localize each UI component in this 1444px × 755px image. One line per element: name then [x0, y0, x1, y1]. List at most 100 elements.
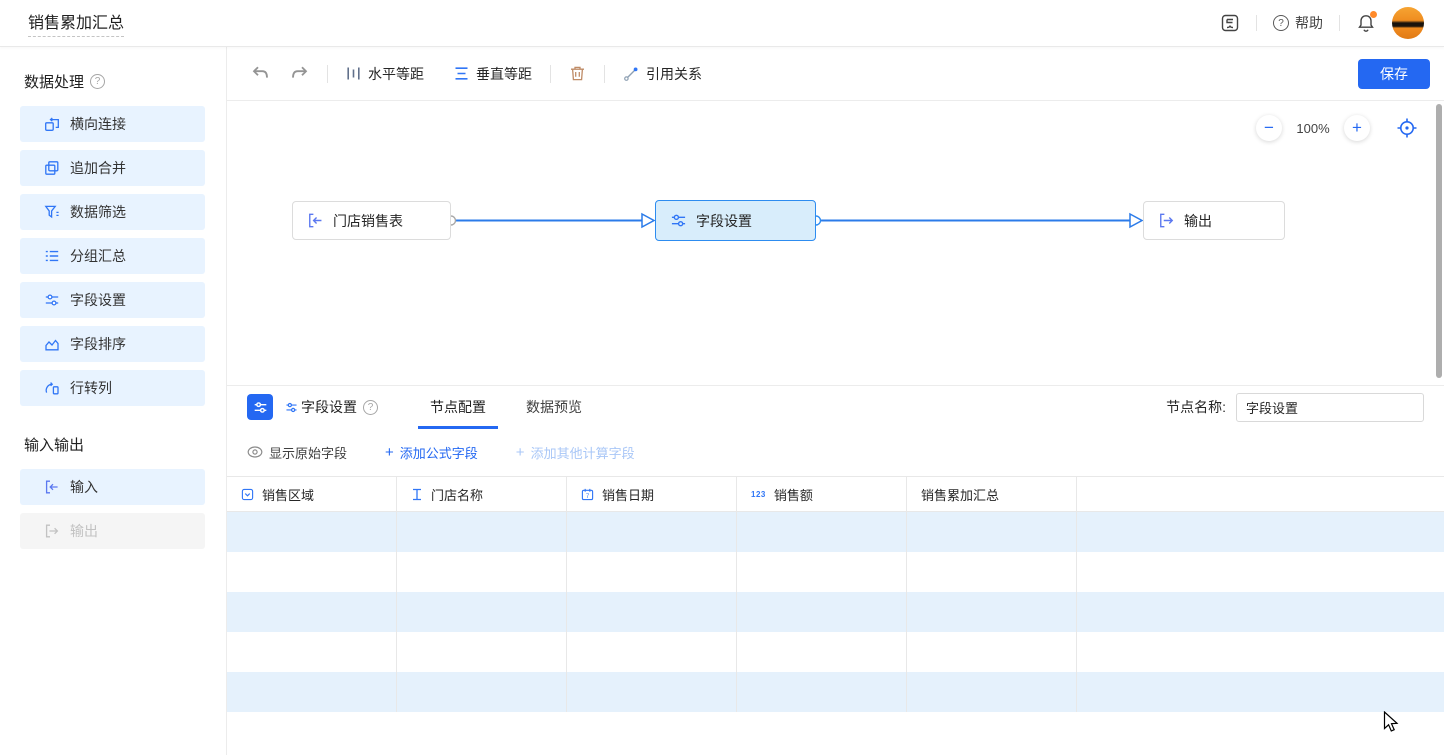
page-title[interactable]: 销售累加汇总 — [28, 9, 124, 37]
column-label: 销售累加汇总 — [921, 485, 999, 504]
undo-button[interactable] — [245, 61, 276, 86]
save-button[interactable]: 保存 — [1358, 59, 1430, 89]
node-output[interactable]: 输出 — [1143, 201, 1285, 240]
sidebar-item-label: 字段设置 — [70, 290, 126, 310]
node-name-input[interactable] — [1236, 393, 1424, 422]
sidebar-item-label: 横向连接 — [70, 114, 126, 134]
sidebar-item-label: 行转列 — [70, 378, 112, 398]
field-settings-node-icon — [247, 394, 273, 420]
table-row — [227, 512, 1444, 552]
column-label: 销售日期 — [602, 485, 654, 504]
node-store-sales-table[interactable]: 门店销售表 — [292, 201, 451, 240]
show-original-fields-button[interactable]: 显示原始字段 — [247, 443, 347, 462]
table-row — [227, 592, 1444, 632]
vertical-distribute-label: 垂直等距 — [476, 64, 532, 84]
node-field-settings[interactable]: 字段设置 — [655, 200, 816, 241]
zoom-out-button[interactable]: − — [1256, 115, 1282, 141]
table-cell — [567, 632, 737, 672]
sidebar-item-field-settings[interactable]: 字段设置 — [20, 282, 205, 318]
column-header-sales-region[interactable]: 销售区域 — [227, 477, 397, 511]
table-row — [227, 632, 1444, 672]
panel-title: 字段设置 — [285, 397, 357, 417]
panel-help-icon[interactable]: ? — [363, 400, 378, 415]
add-formula-field-label: 添加公式字段 — [400, 443, 478, 462]
table-row — [227, 672, 1444, 712]
node-label: 输出 — [1184, 211, 1212, 231]
redo-icon — [290, 65, 309, 82]
field-sort-icon — [44, 336, 60, 352]
add-formula-field-button[interactable]: + 添加公式字段 — [385, 443, 478, 462]
table-cell — [567, 512, 737, 552]
sidebar-item-label: 追加合并 — [70, 158, 126, 178]
table-cell — [397, 592, 567, 632]
main-area: 水平等距 垂直等距 — [227, 47, 1444, 755]
table-row — [227, 552, 1444, 592]
sidebar-item-label: 数据筛选 — [70, 202, 126, 222]
table-cell — [907, 672, 1077, 712]
column-header-store-name[interactable]: 门店名称 — [397, 477, 567, 511]
guide-icon[interactable] — [1220, 13, 1240, 33]
filter-icon — [44, 204, 60, 220]
redo-button[interactable] — [284, 61, 315, 86]
sidebar-item-label: 字段排序 — [70, 334, 126, 354]
notifications-button[interactable] — [1356, 13, 1376, 33]
sidebar-item-row-to-column[interactable]: 行转列 — [20, 370, 205, 406]
zoom-in-button[interactable]: + — [1344, 115, 1370, 141]
row-to-column-icon — [44, 380, 60, 396]
table-cell — [737, 632, 907, 672]
date-field-icon: 7 — [581, 488, 594, 501]
input-icon — [307, 212, 324, 229]
plus-icon: + — [385, 445, 394, 460]
plus-icon: + — [516, 445, 525, 460]
table-cell — [1077, 592, 1444, 632]
table-rows — [227, 512, 1444, 712]
sidebar-item-data-filter[interactable]: 数据筛选 — [20, 194, 205, 230]
undo-icon — [251, 65, 270, 82]
tab-node-config[interactable]: 节点配置 — [430, 386, 486, 429]
node-label: 门店销售表 — [333, 211, 403, 231]
flow-canvas[interactable]: 门店销售表 字段设置 输出 − 100% + — [227, 101, 1444, 385]
horizontal-distribute-button[interactable]: 水平等距 — [340, 60, 430, 88]
fields-table: 销售区域 门店名称 7 销售日期 123 — [227, 476, 1444, 712]
tab-data-preview[interactable]: 数据预览 — [526, 386, 582, 429]
notification-dot — [1370, 11, 1377, 18]
crosshair-icon — [1396, 117, 1418, 139]
vertical-distribute-button[interactable]: 垂直等距 — [448, 60, 538, 88]
help-button[interactable]: ? 帮助 — [1273, 13, 1323, 33]
delete-button[interactable] — [563, 61, 592, 86]
section-help-icon[interactable]: ? — [90, 74, 105, 89]
column-label: 销售区域 — [262, 485, 314, 504]
sidebar-item-append-merge[interactable]: 追加合并 — [20, 150, 205, 186]
node-name-label: 节点名称: — [1166, 397, 1226, 417]
sidebar-item-field-sort[interactable]: 字段排序 — [20, 326, 205, 362]
eye-icon — [247, 446, 263, 458]
reference-relation-icon — [623, 66, 639, 82]
add-other-calc-field-button: + 添加其他计算字段 — [516, 443, 635, 462]
canvas-toolbar: 水平等距 垂直等距 — [227, 47, 1444, 101]
help-label: 帮助 — [1295, 13, 1323, 33]
sidebar-item-label: 输入 — [70, 477, 98, 497]
panel-header: 字段设置 ? 节点配置 数据预览 节点名称: — [227, 385, 1444, 428]
sidebar-item-input[interactable]: 输入 — [20, 469, 205, 505]
column-header-sales-date[interactable]: 7 销售日期 — [567, 477, 737, 511]
column-header-empty — [1077, 477, 1444, 511]
table-cell — [1077, 512, 1444, 552]
avatar[interactable] — [1392, 7, 1424, 39]
fit-view-button[interactable] — [1396, 117, 1418, 139]
column-header-sales-running-total[interactable]: 销售累加汇总 — [907, 477, 1077, 511]
topbar-divider — [1339, 15, 1340, 31]
table-cell — [397, 552, 567, 592]
reference-relation-button[interactable]: 引用关系 — [617, 60, 708, 88]
sidebar-item-label: 分组汇总 — [70, 246, 126, 266]
topbar-actions: ? 帮助 — [1220, 7, 1424, 39]
column-header-sales-amount[interactable]: 123 销售额 — [737, 477, 907, 511]
sidebar-item-group-summary[interactable]: 分组汇总 — [20, 238, 205, 274]
output-icon — [1158, 212, 1175, 229]
sidebar-item-label: 输出 — [70, 521, 98, 541]
canvas-scrollbar[interactable] — [1436, 104, 1442, 378]
toolbar-divider — [327, 65, 328, 83]
sidebar-item-horizontal-join[interactable]: 横向连接 — [20, 106, 205, 142]
table-cell — [227, 672, 397, 712]
output-icon — [44, 523, 60, 539]
panel-title-text: 字段设置 — [301, 397, 357, 417]
